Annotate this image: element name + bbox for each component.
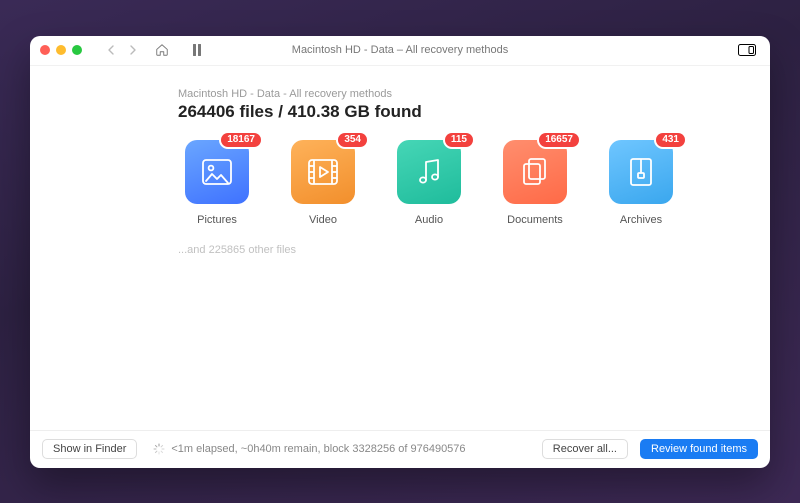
- category-cards: 18167 Pictures 354: [178, 140, 770, 226]
- nav-arrows: [104, 43, 140, 57]
- category-documents-badge: 16657: [539, 133, 579, 147]
- category-video-tile[interactable]: 354: [291, 140, 355, 204]
- other-files-text: ...and 225865 other files: [178, 244, 770, 256]
- spinner-icon: [153, 443, 165, 455]
- close-window-button[interactable]: [40, 45, 50, 55]
- category-documents: 16657 Documents: [496, 140, 574, 226]
- view-mode-button[interactable]: [738, 44, 756, 56]
- content-area: Macintosh HD - Data - All recovery metho…: [30, 66, 770, 430]
- traffic-lights: [40, 45, 82, 55]
- back-button[interactable]: [104, 43, 118, 57]
- category-documents-tile[interactable]: 16657: [503, 140, 567, 204]
- titlebar-left: [40, 42, 204, 58]
- category-pictures-badge: 18167: [221, 133, 261, 147]
- film-icon: [308, 159, 338, 185]
- archive-icon: [629, 157, 653, 187]
- category-archives-label: Archives: [620, 214, 662, 226]
- category-video-badge: 354: [338, 133, 367, 147]
- review-found-items-button[interactable]: Review found items: [640, 439, 758, 459]
- app-window: Macintosh HD - Data – All recovery metho…: [30, 36, 770, 468]
- titlebar: Macintosh HD - Data – All recovery metho…: [30, 36, 770, 66]
- category-pictures: 18167 Pictures: [178, 140, 256, 226]
- category-documents-label: Documents: [507, 214, 563, 226]
- zoom-window-button[interactable]: [72, 45, 82, 55]
- show-in-finder-button[interactable]: Show in Finder: [42, 439, 137, 459]
- category-audio-tile[interactable]: 115: [397, 140, 461, 204]
- image-icon: [202, 159, 232, 185]
- minimize-window-button[interactable]: [56, 45, 66, 55]
- window-title: Macintosh HD - Data – All recovery metho…: [292, 44, 508, 56]
- documents-icon: [521, 157, 549, 187]
- category-pictures-label: Pictures: [197, 214, 237, 226]
- category-archives-tile[interactable]: 431: [609, 140, 673, 204]
- scan-subtitle: Macintosh HD - Data - All recovery metho…: [178, 88, 770, 100]
- category-audio-badge: 115: [445, 133, 473, 147]
- home-button[interactable]: [154, 42, 170, 58]
- category-video-label: Video: [309, 214, 337, 226]
- scan-status: <1m elapsed, ~0h40m remain, block 332825…: [153, 443, 465, 455]
- footer: Show in Finder <1m elapsed, ~0h40m remai…: [30, 430, 770, 468]
- pause-button[interactable]: [190, 43, 204, 57]
- music-icon: [416, 158, 442, 186]
- category-pictures-tile[interactable]: 18167: [185, 140, 249, 204]
- category-video: 354: [284, 140, 362, 226]
- category-archives-badge: 431: [656, 133, 685, 147]
- forward-button[interactable]: [126, 43, 140, 57]
- category-audio-label: Audio: [415, 214, 443, 226]
- scan-headline: 264406 files / 410.38 GB found: [178, 102, 770, 122]
- category-archives: 431 Archives: [602, 140, 680, 226]
- category-audio: 115 Audio: [390, 140, 468, 226]
- scan-status-text: <1m elapsed, ~0h40m remain, block 332825…: [171, 443, 465, 455]
- recover-all-button[interactable]: Recover all...: [542, 439, 628, 459]
